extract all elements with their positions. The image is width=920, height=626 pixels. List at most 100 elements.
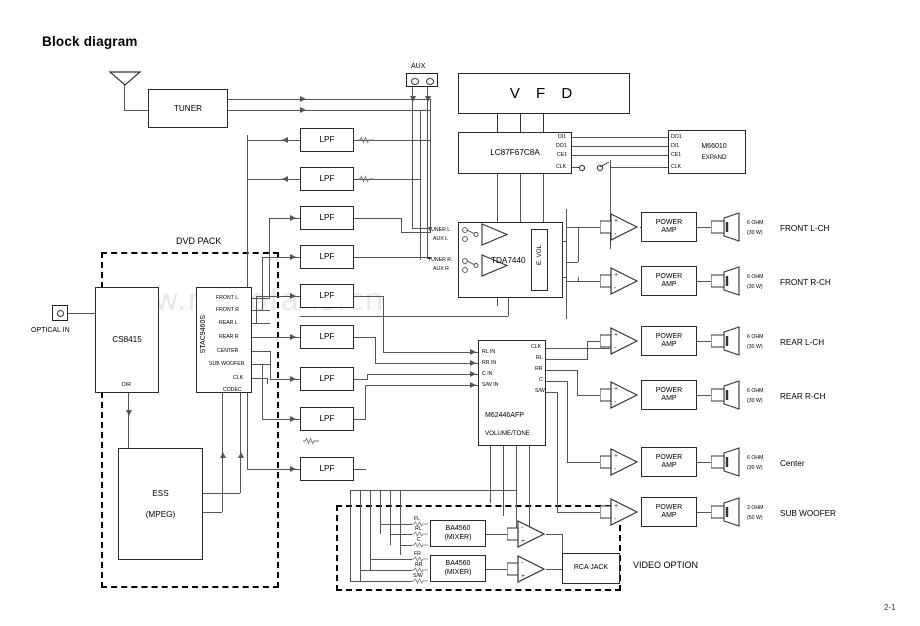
power-amp-3: POWER AMP xyxy=(641,326,697,356)
pa2-label-2: AMP xyxy=(661,281,677,288)
svg-text:+: + xyxy=(614,386,618,393)
lpf5-in-arrow xyxy=(290,292,298,300)
tuner-label: TUNER xyxy=(173,103,203,113)
m62446-sw-to-amp xyxy=(557,512,601,513)
speaker-3-power: (30 W) xyxy=(747,344,763,350)
lpf-label-8: LPF xyxy=(319,414,335,424)
pa1-label-2: AMP xyxy=(661,227,677,234)
video-option-label: VIDEO OPTION xyxy=(633,560,699,570)
optical-in-jack[interactable] xyxy=(52,305,68,321)
mixer2-label: BA4560 xyxy=(445,560,471,568)
mixer2-in-sw: S/W xyxy=(413,573,423,579)
front-l-buffer-riser xyxy=(578,227,579,262)
tda-in-tuner-r: TUNER R xyxy=(428,257,452,263)
m62446-sw-arrow xyxy=(470,381,478,389)
lpf8-out-wire xyxy=(354,419,366,420)
pa5-label-2: AMP xyxy=(661,462,677,469)
codec-bus-2 xyxy=(240,393,241,493)
power-amp-4: POWER AMP xyxy=(641,380,697,410)
m62446-ctrl-down-1 xyxy=(490,446,491,503)
lpf-block-2: LPF xyxy=(300,167,354,191)
pa6-label-1: POWER xyxy=(655,503,683,511)
mixer2-sub-label: (MIXER) xyxy=(444,568,472,576)
output-buffer-1: + - xyxy=(600,212,640,242)
mcu-pin-do1: DO1 xyxy=(556,143,567,149)
vfd-label: V F D xyxy=(509,84,579,102)
m62446-out-rl: RL xyxy=(536,355,543,361)
ess-sub-label: (MPEG) xyxy=(145,509,176,519)
output-buffer-4: + - xyxy=(600,380,640,410)
power-amp-1: POWER AMP xyxy=(641,212,697,242)
dac-pin-subwoofer: SUB WOOFER xyxy=(209,361,245,367)
output-buffer-5: + - xyxy=(600,447,640,477)
tda-in-aux-l: AUX L xyxy=(433,236,448,242)
mixer1-in-fl: FL xyxy=(414,516,421,522)
stac9460s-label: STAC9460S xyxy=(200,315,207,354)
tda-in-aux-r: AUX R xyxy=(433,266,449,272)
tda-buffer-amp-l xyxy=(481,223,511,247)
lpf7-in-arrow xyxy=(290,375,298,383)
lpf5-riser xyxy=(383,296,384,352)
dac-pin-codec: CODEC xyxy=(223,387,242,393)
dac-center-out xyxy=(252,351,270,352)
tda-selector-switch-l[interactable] xyxy=(462,225,484,245)
evol-label: E. VOL xyxy=(536,245,543,265)
lpf6-in-arrow xyxy=(290,333,298,341)
clk-switch[interactable] xyxy=(578,160,614,174)
mix-bus-5-h xyxy=(360,570,412,571)
m62446-in-c: C IN xyxy=(482,371,493,377)
dac-front-r-out xyxy=(252,310,270,311)
antenna-to-tuner-wire xyxy=(124,110,150,111)
tda-selector-switch-r[interactable] xyxy=(462,256,484,276)
mix-bus-2 xyxy=(390,490,391,545)
expander-label: M66010 xyxy=(701,142,727,150)
tuner-out-l-wire xyxy=(228,99,431,100)
m62446-sub-label: VOLUME/TONE xyxy=(485,430,530,437)
optical-in-label: OPTICAL IN xyxy=(31,327,70,334)
mixer1-in-rl: RL xyxy=(415,526,422,532)
ess-block: ESS (MPEG) xyxy=(118,448,203,560)
pa4-label-1: POWER xyxy=(655,386,683,394)
m62446-label: M62446AFP xyxy=(485,412,524,419)
dac-pin-front-l: FRONT L xyxy=(216,295,239,301)
speaker-6-impedance: 3 OHM xyxy=(747,505,764,511)
antenna-icon xyxy=(108,70,142,95)
m62446-ctrl-down-2 xyxy=(503,446,504,516)
lpf-label-1: LPF xyxy=(319,135,335,145)
lpf7-to-m62446-c xyxy=(367,374,478,375)
lpf7-out-wire xyxy=(354,379,368,380)
mix-bus-3-h xyxy=(400,545,412,546)
mcu-ctrl-down-3 xyxy=(543,174,544,222)
svg-text:+: + xyxy=(614,503,618,510)
vfd-mcu-wire-2 xyxy=(520,114,521,132)
rear-l-riser xyxy=(256,296,257,323)
m62446-c-out-wire xyxy=(546,381,568,382)
dac-pin-clk: CLK xyxy=(233,375,244,381)
aux-jack[interactable] xyxy=(406,73,438,87)
ess-label: ESS xyxy=(152,489,169,499)
pa3-label-1: POWER xyxy=(655,332,683,340)
tda-in-tuner-l: TUNER L xyxy=(428,227,451,233)
power-amp-5: POWER AMP xyxy=(641,447,697,477)
speaker-6 xyxy=(711,497,743,527)
output-buffer-2: + - xyxy=(600,266,640,296)
m62446-out-c: C xyxy=(539,377,543,383)
speaker-2 xyxy=(711,266,743,296)
rca-jack-block[interactable]: RCA JACK xyxy=(562,553,620,584)
tda-spine-tap xyxy=(566,262,578,263)
lpf5-out-wire xyxy=(354,296,384,297)
m62446-c-to-amp xyxy=(567,462,601,463)
mixer-1-block: BA4560 (MIXER) xyxy=(430,520,486,547)
lpf1-out-resistor xyxy=(358,136,374,144)
lpf8-to-m62446-sw xyxy=(365,385,478,386)
speaker-4-power: (30 W) xyxy=(747,398,763,404)
page-title: Block diagram xyxy=(42,34,138,49)
pa5-to-speaker xyxy=(697,462,712,463)
tuner-out-r-arrow xyxy=(300,106,308,114)
vfd-display: V F D xyxy=(458,73,630,114)
pa5-label-1: POWER xyxy=(655,453,683,461)
m62446-in-rr: RR IN xyxy=(482,360,497,366)
tuner-block: TUNER xyxy=(148,89,228,128)
cs8415-pin-dir: DIR xyxy=(122,382,131,388)
aux-r-wire xyxy=(427,87,428,259)
